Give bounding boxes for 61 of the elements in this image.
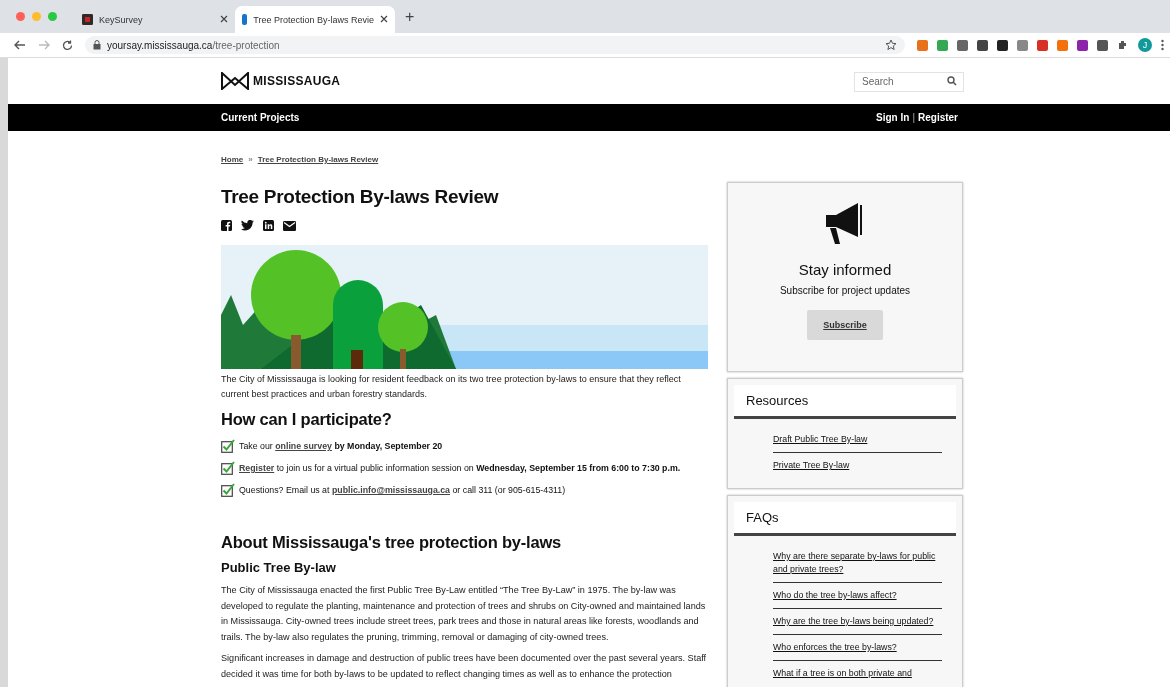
- separator: |: [912, 112, 915, 123]
- extension-icon[interactable]: [977, 39, 988, 51]
- email-icon[interactable]: [283, 220, 296, 231]
- favicon-icon: [242, 14, 248, 25]
- nav-link[interactable]: Current Projects: [221, 112, 300, 123]
- faq-link[interactable]: Why are there separate by-laws for public and private trees?: [773, 550, 942, 576]
- bold-text: by Monday, September 20: [334, 441, 443, 451]
- item-text: Take our: [239, 441, 273, 451]
- card-text: Subscribe for project updates: [779, 285, 911, 296]
- page-title: Tree Protection By-laws Review: [221, 186, 500, 208]
- browser-tab[interactable]: KeySurvey: [75, 6, 235, 33]
- linkedin-icon[interactable]: [263, 220, 274, 231]
- faq-link[interactable]: Who enforces the tree by-laws?: [773, 641, 942, 654]
- back-arrow-icon[interactable]: [14, 40, 26, 50]
- card-header: Resources: [734, 385, 956, 419]
- lock-icon: [93, 40, 101, 50]
- breadcrumb-separator: »: [248, 155, 253, 164]
- extension-icon[interactable]: [997, 39, 1008, 51]
- item-text: Questions? Email us at: [239, 485, 330, 495]
- reload-icon[interactable]: [62, 39, 73, 51]
- menu-icon[interactable]: [1161, 39, 1164, 51]
- sign-in-link[interactable]: Sign In: [876, 112, 910, 123]
- bold-text: Wednesday, September 15 from 6:00 to 7:30 p.m.: [476, 463, 681, 473]
- bookmark-star-icon[interactable]: [885, 39, 897, 51]
- card-title: Stay informed: [798, 261, 892, 278]
- section-heading: How can I participate?: [221, 410, 393, 429]
- item-text: or call 311 (or 905-615-4311): [452, 485, 566, 495]
- extension-icon[interactable]: [1077, 39, 1088, 51]
- browser-tab[interactable]: Tree Protection By-laws Revie: [235, 6, 395, 33]
- faq-link[interactable]: Why are the tree by-laws being updated?: [773, 615, 942, 628]
- subsection-heading: Public Tree By-law: [221, 560, 337, 575]
- register-link[interactable]: Register: [918, 112, 958, 123]
- close-icon[interactable]: [380, 14, 388, 25]
- faq-link[interactable]: What if a tree is on both private and: [773, 667, 942, 680]
- facebook-icon[interactable]: [221, 220, 232, 231]
- search-field[interactable]: Search: [854, 71, 964, 92]
- close-icon[interactable]: [220, 14, 228, 25]
- resource-link[interactable]: Draft Public Tree By-law: [773, 433, 942, 446]
- section-heading: About Mississauga's tree protection by-laws: [221, 533, 563, 552]
- new-tab-button[interactable]: +: [395, 7, 425, 26]
- item-text: to join us for a virtual public information session on: [276, 463, 474, 473]
- logo-text[interactable]: MISSISSAUGA: [253, 74, 341, 88]
- card-header: FAQs: [734, 502, 956, 536]
- inline-link[interactable]: online survey: [275, 441, 332, 451]
- breadcrumb-link[interactable]: Tree Protection By-laws Review: [257, 155, 379, 164]
- twitter-icon[interactable]: [241, 220, 254, 231]
- subscribe-button[interactable]: Subscribe: [807, 310, 883, 340]
- search-icon[interactable]: [947, 76, 957, 86]
- puzzle-icon[interactable]: [1117, 39, 1129, 51]
- faq-link[interactable]: Who do the tree by-laws affect?: [773, 589, 942, 602]
- extension-icon[interactable]: [1097, 39, 1108, 51]
- inline-link[interactable]: public.info@mississauga.ca: [331, 485, 450, 495]
- breadcrumb-link[interactable]: Home: [221, 155, 244, 164]
- body-paragraph: Significant increases in damage and destruction of public trees have been documented over the past several years. Staff decided it was time for both by-laws to be updated to reflect changing times as well as to enhance the protection: [221, 652, 708, 681]
- inline-link[interactable]: Register: [239, 463, 275, 473]
- address-field[interactable]: yoursay.mississauga.ca/tree-protection: [85, 36, 905, 54]
- favicon-icon: [82, 14, 93, 25]
- logo-icon[interactable]: [221, 72, 249, 90]
- resource-link[interactable]: Private Tree By-law: [773, 459, 942, 472]
- intro-paragraph: The City of Mississauga is looking for resident feedback on its two tree protection by-laws to ensure that they reflect current best practices and urban forestry standards.: [221, 373, 682, 401]
- body-paragraph: The City of Mississauga enacted the first Public Tree By-Law entitled “The Tree By-Law” in 1975. The by-law was developed to regulate the planting, maintenance and protection of trees and shrubs on City-owned and maintained lands in Mississauga. City-owned trees include street trees, park trees and those in natural areas like forests, woodlands and trails. The by-law also regulates the pruning, trimming, removal or damaging of city-owned trees.: [221, 584, 707, 644]
